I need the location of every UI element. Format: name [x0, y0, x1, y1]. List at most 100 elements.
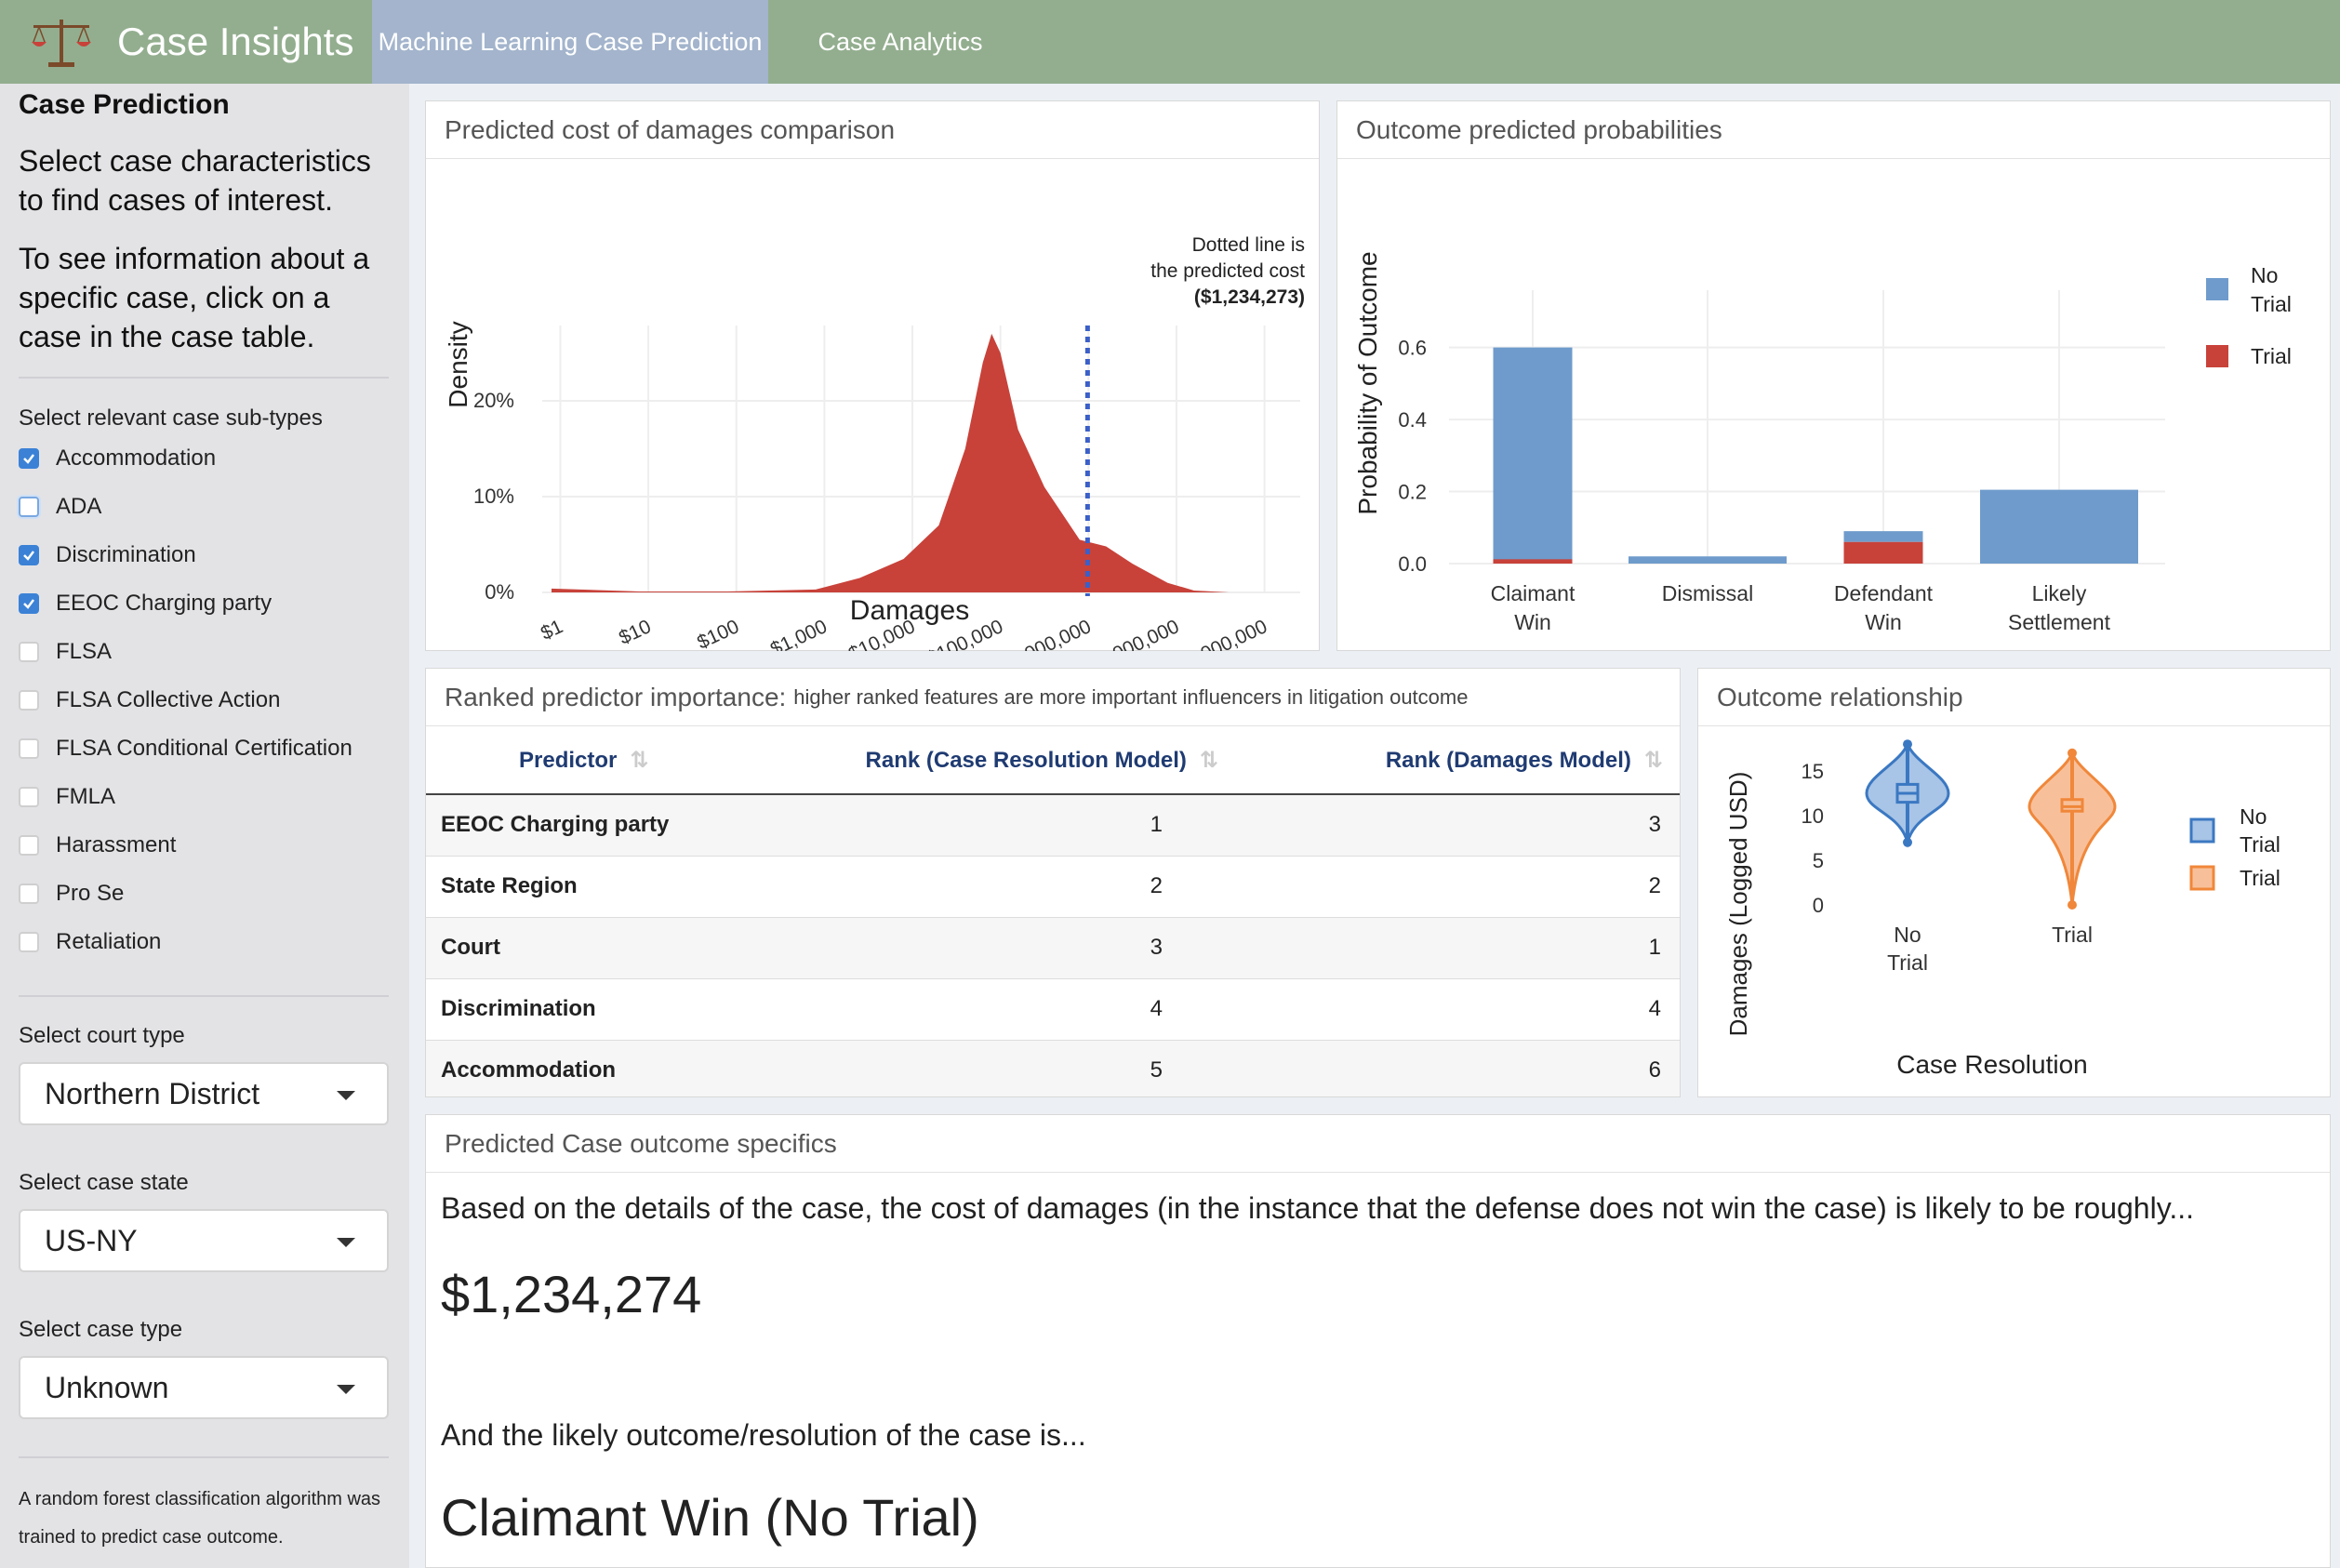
- annotation-line-3: ($1,234,273): [1194, 286, 1305, 308]
- y-tick-label: 0%: [485, 580, 514, 604]
- outcome-relationship-violin-chart: 0 5 10 15 No Trial Trial Case Resolution Dama…: [1724, 739, 2280, 1079]
- checkbox-checked-icon[interactable]: [19, 448, 39, 469]
- court-type-label: Select court type: [19, 1023, 185, 1048]
- checkbox-accommodation[interactable]: Accommodation: [19, 443, 216, 474]
- chevron-down-icon: [337, 1238, 355, 1247]
- predicted-damages-value: $1,234,274: [441, 1265, 702, 1323]
- rank-cell: 4: [1235, 977, 1680, 1040]
- divider: [19, 995, 389, 997]
- divider: [19, 377, 389, 379]
- brand-title: Case Insights: [117, 20, 354, 63]
- checkbox-harassment[interactable]: Harassment: [19, 830, 176, 861]
- checkbox-label: Pro Se: [56, 881, 125, 906]
- table-row[interactable]: State Region 2 2: [426, 855, 1680, 917]
- legend-label-no-trial-line1: No: [2240, 804, 2267, 829]
- court-type-value: Northern District: [45, 1076, 260, 1110]
- annotation-line-1: Dotted line is: [1192, 234, 1305, 256]
- x-tick-label: $100: [694, 616, 742, 651]
- checkbox-fmla[interactable]: FMLA: [19, 781, 115, 813]
- outcome-relationship-panel: Outcome relationship 0 5 10 15 No Trial Trial…: [1697, 668, 2331, 1097]
- case-state-label: Select case state: [19, 1170, 189, 1195]
- outcome-probabilities-chart: 0.0 0.2 0.4 0.6 Claimant Win Dismissal Defenda…: [1353, 251, 2292, 634]
- checkbox-checked-icon[interactable]: [19, 593, 39, 614]
- x-tick-label: Win: [1865, 610, 1902, 634]
- violin-point-1: [2067, 748, 2077, 758]
- table-row[interactable]: EEOC Charging party 1 3: [426, 793, 1680, 856]
- checkbox-unchecked-icon[interactable]: [19, 932, 39, 952]
- checkbox-checked-icon[interactable]: [19, 545, 39, 565]
- case-type-label: Select case type: [19, 1317, 183, 1342]
- table-row[interactable]: Accommodation 5 6: [426, 1039, 1680, 1096]
- x-tick-label: $1,000: [767, 616, 831, 651]
- legend-swatch-no-trial: [2189, 817, 2215, 844]
- column-header-rank-damages[interactable]: Rank (Damages Model) ⇅: [1235, 727, 1680, 795]
- x-tick-label: Trial: [2052, 923, 2093, 947]
- x-tick-label: $1,000,000: [997, 616, 1095, 651]
- checkbox-eeoc-charging-party[interactable]: EEOC Charging party: [19, 588, 272, 619]
- tab-case-analytics[interactable]: Case Analytics: [768, 0, 1032, 84]
- checkbox-unchecked-icon[interactable]: [19, 787, 39, 807]
- checkbox-unchecked-icon[interactable]: [19, 497, 39, 517]
- checkbox-label: FMLA: [56, 784, 116, 809]
- legend-label-trial: Trial: [2240, 866, 2280, 890]
- case-state-select[interactable]: US-NY: [19, 1209, 389, 1272]
- table-row[interactable]: Discrimination 4 4: [426, 977, 1680, 1040]
- checkbox-label: Accommodation: [56, 445, 217, 471]
- checkbox-unchecked-icon[interactable]: [19, 835, 39, 856]
- y-tick-label: 0.0: [1398, 552, 1427, 576]
- divider: [19, 1456, 389, 1458]
- x-axis-label: Case Resolution: [1896, 1050, 2087, 1079]
- checkbox-flsa[interactable]: FLSA: [19, 636, 112, 668]
- court-type-select[interactable]: Northern District: [19, 1062, 389, 1125]
- violin-point-0: [1903, 739, 1912, 750]
- rank-cell: 6: [1235, 1039, 1680, 1096]
- checkbox-label: FLSA Conditional Certification: [56, 736, 352, 761]
- column-header-predictor[interactable]: Predictor ⇅: [426, 727, 761, 795]
- sort-icon[interactable]: ⇅: [1644, 748, 1663, 773]
- rank-cell: 5: [761, 1039, 1235, 1096]
- checkbox-label: Harassment: [56, 832, 177, 857]
- chevron-down-icon: [337, 1091, 355, 1100]
- case-type-select[interactable]: Unknown: [19, 1356, 389, 1419]
- bar-trial-2: [1843, 541, 1923, 564]
- checkbox-ada[interactable]: ADA: [19, 491, 101, 523]
- checkbox-unchecked-icon[interactable]: [19, 884, 39, 904]
- predicted-outcome-value: Claimant Win (No Trial): [441, 1488, 979, 1547]
- subtypes-label: Select relevant case sub-types: [19, 405, 323, 431]
- outcome-description: And the likely outcome/resolution of the…: [441, 1418, 1086, 1452]
- checkbox-flsa-conditional-certification[interactable]: FLSA Conditional Certification: [19, 733, 352, 764]
- checkbox-unchecked-icon[interactable]: [19, 738, 39, 759]
- x-tick-label: No: [1894, 923, 1921, 947]
- violin-point-0: [1903, 837, 1912, 847]
- sidebar-footnote: A random forest classification algorithm…: [19, 1489, 381, 1548]
- column-header-rank-case-resolution[interactable]: Rank (Case Resolution Model) ⇅: [761, 727, 1235, 795]
- legend-label-no-trial-line2: Trial: [2240, 832, 2280, 857]
- table-row[interactable]: Court 3 1: [426, 916, 1680, 978]
- legend-swatch-trial: [2189, 865, 2215, 891]
- checkbox-unchecked-icon[interactable]: [19, 690, 39, 711]
- x-tick-label: Likely: [2032, 581, 2087, 605]
- checkbox-label: EEOC Charging party: [56, 591, 273, 616]
- checkbox-retaliation[interactable]: Retaliation: [19, 926, 161, 958]
- case-outcome-specifics-panel: Predicted Case outcome specifics Based o…: [425, 1114, 2331, 1568]
- bar-trial-0: [1493, 559, 1573, 564]
- sort-icon[interactable]: ⇅: [630, 748, 648, 773]
- rank-cell: 2: [1235, 855, 1680, 917]
- x-tick-label: Trial: [1887, 950, 1928, 975]
- sort-icon[interactable]: ⇅: [1200, 748, 1218, 773]
- checkbox-discrimination[interactable]: Discrimination: [19, 539, 196, 571]
- predictor-cell: Accommodation: [426, 1039, 761, 1096]
- outcome-probabilities-panel: Outcome predicted probabilities 0.0 0.2 0.…: [1336, 100, 2331, 651]
- checkbox-flsa-collective-action[interactable]: FLSA Collective Action: [19, 684, 280, 716]
- tab-machine-learning-case-prediction[interactable]: Machine Learning Case Prediction: [372, 0, 768, 84]
- predictor-cell: Discrimination: [426, 977, 761, 1040]
- sidebar-intro-1: Select case characteristics to find case…: [19, 144, 371, 217]
- predictor-table: Predictor ⇅ Rank (Case Resolution Model) ⇅…: [426, 727, 1680, 1096]
- x-tick-label: Defendant: [1834, 581, 1934, 605]
- checkbox-pro-se[interactable]: Pro Se: [19, 878, 124, 910]
- checkbox-label: FLSA Collective Action: [56, 687, 281, 712]
- density-area: [552, 333, 1230, 592]
- chevron-down-icon: [337, 1385, 355, 1394]
- checkbox-unchecked-icon[interactable]: [19, 642, 39, 662]
- predictor-cell: Court: [426, 916, 761, 978]
